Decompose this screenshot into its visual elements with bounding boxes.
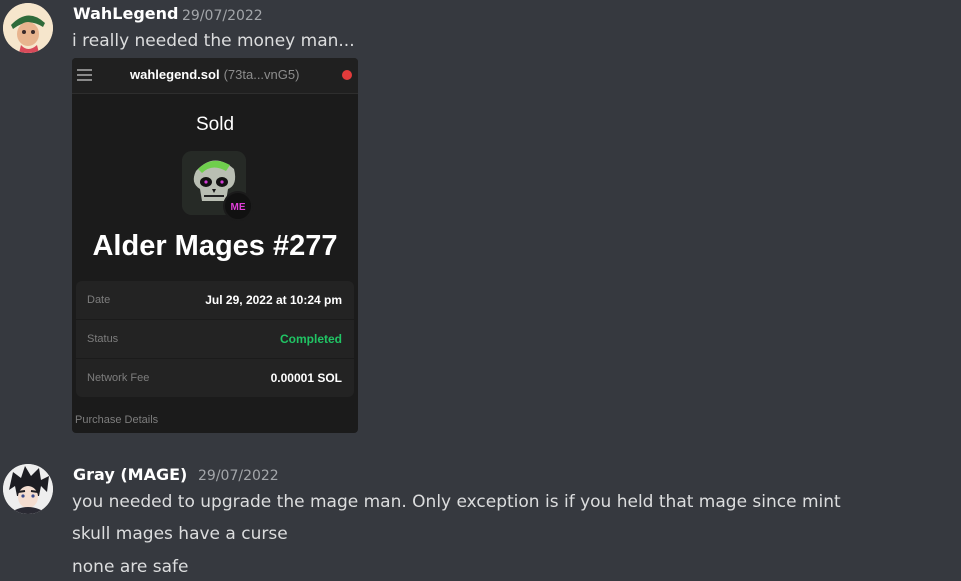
notification-dot-icon bbox=[342, 70, 352, 80]
avatar[interactable] bbox=[3, 464, 53, 514]
image-attachment[interactable]: wahlegend.sol (73ta...vnG5) Sold ME Alde… bbox=[72, 58, 358, 433]
avatar[interactable] bbox=[3, 3, 53, 53]
wallet-address: (73ta...vnG5) bbox=[223, 67, 300, 82]
detail-label: Network Fee bbox=[87, 372, 150, 384]
wallet-header: wahlegend.sol (73ta...vnG5) bbox=[72, 58, 358, 94]
detail-value: 0.00001 SOL bbox=[270, 371, 342, 385]
author-name[interactable]: Gray (MAGE) bbox=[73, 465, 187, 484]
detail-value: Jul 29, 2022 at 10:24 pm bbox=[205, 293, 342, 307]
status-value: Completed bbox=[279, 332, 342, 346]
wallet-name: wahlegend.sol bbox=[130, 67, 220, 82]
detail-row-network-fee: Network Fee 0.00001 SOL bbox=[76, 359, 354, 397]
user-avatar-icon bbox=[3, 3, 53, 53]
detail-row-date: Date Jul 29, 2022 at 10:24 pm bbox=[76, 281, 354, 320]
user-avatar-icon bbox=[3, 464, 53, 514]
detail-label: Status bbox=[87, 333, 119, 345]
me-badge: ME bbox=[231, 202, 246, 213]
wallet-title: wahlegend.sol (73ta...vnG5) bbox=[130, 67, 299, 82]
transaction-details: Date Jul 29, 2022 at 10:24 pm Status Com… bbox=[76, 281, 354, 397]
me-badge-text: ME bbox=[231, 202, 246, 213]
message-timestamp: 29/07/2022 bbox=[198, 468, 279, 484]
purchase-details-label: Purchase Details bbox=[75, 414, 159, 426]
magic-eden-logo-icon: ME bbox=[223, 191, 253, 221]
message-text: you needed to upgrade the mage man. Only… bbox=[72, 492, 841, 512]
detail-label: Date bbox=[87, 294, 111, 306]
message-text: none are safe bbox=[72, 557, 189, 577]
nft-name: Alder Mages #277 bbox=[92, 230, 338, 262]
transaction-status-title: Sold bbox=[195, 114, 235, 135]
message-text: skull mages have a curse bbox=[72, 524, 288, 544]
message-timestamp: 29/07/2022 bbox=[182, 8, 263, 24]
menu-icon bbox=[77, 69, 92, 81]
message-text: i really needed the money man... bbox=[72, 31, 355, 51]
detail-row-status: Status Completed bbox=[76, 320, 354, 359]
author-name[interactable]: WahLegend bbox=[73, 4, 178, 23]
